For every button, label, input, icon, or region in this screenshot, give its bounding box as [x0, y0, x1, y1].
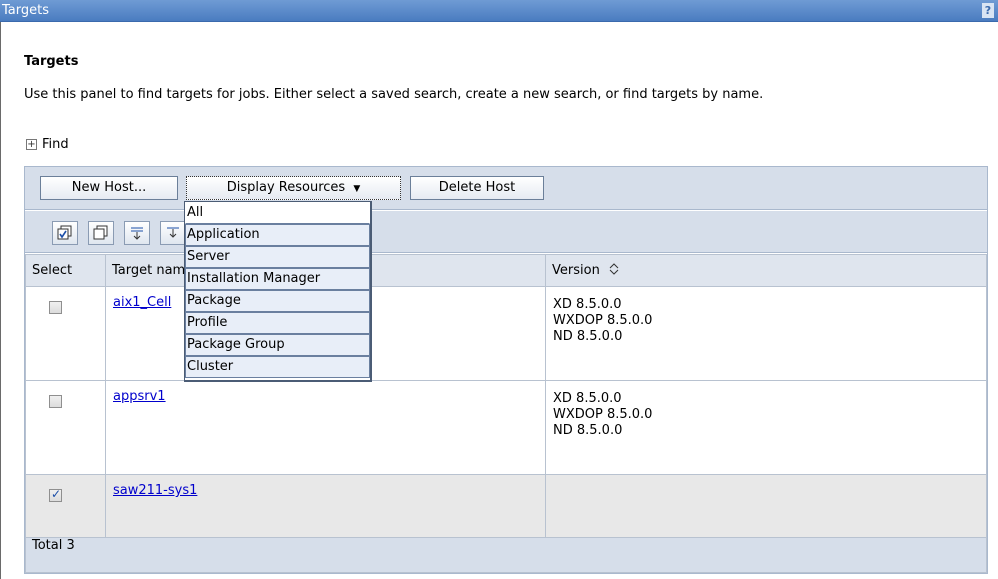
- version-header-label: Version: [552, 263, 600, 278]
- menu-item-installation-manager[interactable]: Installation Manager: [185, 268, 370, 290]
- version-line: ND 8.5.0.0: [553, 423, 623, 438]
- version-cell: XD 8.5.0.0 WXDOP 8.5.0.0 ND 8.5.0.0: [545, 380, 987, 475]
- delete-host-button[interactable]: Delete Host: [410, 176, 544, 200]
- checkmark-icon: ✓: [51, 487, 62, 501]
- window-title: Targets: [2, 3, 49, 18]
- row-checkbox[interactable]: [49, 395, 62, 408]
- select-all-icon[interactable]: [52, 221, 78, 245]
- left-border: [0, 22, 1, 579]
- version-cell: XD 8.5.0.0 WXDOP 8.5.0.0 ND 8.5.0.0: [545, 286, 987, 381]
- new-host-button[interactable]: New Host...: [40, 176, 178, 200]
- menu-item-all[interactable]: All: [185, 202, 370, 224]
- window-titlebar: Targets ?: [0, 0, 998, 22]
- select-cell: [25, 380, 106, 475]
- version-line: WXDOP 8.5.0.0: [553, 407, 653, 422]
- menu-item-application[interactable]: Application: [185, 224, 370, 246]
- version-line: XD 8.5.0.0: [553, 297, 622, 312]
- row-checkbox[interactable]: [49, 301, 62, 314]
- table-row: ✓ saw211-sys1: [25, 474, 987, 538]
- button-toolbar: New Host... Display Resources ▼ Delete H…: [25, 167, 987, 210]
- version-line: XD 8.5.0.0: [553, 391, 622, 406]
- select-column-header: Select: [25, 254, 106, 287]
- table-total-row: Total 3: [25, 537, 987, 573]
- find-toggle[interactable]: + Find: [26, 137, 69, 152]
- menu-item-package[interactable]: Package: [185, 290, 370, 312]
- select-cell: ✓: [25, 474, 106, 538]
- menu-item-profile[interactable]: Profile: [185, 312, 370, 334]
- target-name-cell: saw211-sys1: [105, 474, 546, 538]
- targets-table: Select Target name Version aix1_Cell XD …: [25, 254, 987, 573]
- target-name-cell: appsrv1: [105, 380, 546, 475]
- sort-arrows-icon[interactable]: [608, 263, 620, 275]
- display-resources-menu: All Application Server Installation Mana…: [184, 201, 372, 382]
- display-resources-label: Display Resources: [226, 180, 346, 195]
- collapse-icon[interactable]: [160, 221, 186, 245]
- menu-item-cluster[interactable]: Cluster: [185, 356, 370, 378]
- page-description: Use this panel to find targets for jobs.…: [24, 87, 764, 102]
- chevron-down-icon: ▼: [353, 184, 361, 194]
- table-row: aix1_Cell XD 8.5.0.0 WXDOP 8.5.0.0 ND 8.…: [25, 286, 987, 381]
- help-icon[interactable]: ?: [982, 3, 994, 18]
- version-line: WXDOP 8.5.0.0: [553, 313, 653, 328]
- deselect-all-icon[interactable]: [88, 221, 114, 245]
- table-row: appsrv1 XD 8.5.0.0 WXDOP 8.5.0.0 ND 8.5.…: [25, 380, 987, 475]
- expand-icon[interactable]: [124, 221, 150, 245]
- version-line: ND 8.5.0.0: [553, 329, 623, 344]
- target-link[interactable]: aix1_Cell: [113, 295, 171, 310]
- version-column-header[interactable]: Version: [545, 254, 987, 287]
- row-checkbox-checked[interactable]: ✓: [49, 487, 62, 502]
- page-title: Targets: [24, 54, 79, 69]
- select-cell: [25, 286, 106, 381]
- display-resources-button[interactable]: Display Resources ▼: [186, 176, 401, 200]
- find-label[interactable]: Find: [42, 137, 69, 152]
- menu-item-server[interactable]: Server: [185, 246, 370, 268]
- version-cell: [545, 474, 987, 538]
- target-link[interactable]: appsrv1: [113, 389, 166, 404]
- expand-plus-icon[interactable]: +: [26, 139, 37, 150]
- targets-panel: New Host... Display Resources ▼ Delete H…: [24, 166, 988, 574]
- table-header-row: Select Target name Version: [25, 254, 987, 287]
- menu-item-package-group[interactable]: Package Group: [185, 334, 370, 356]
- target-link[interactable]: saw211-sys1: [113, 483, 197, 498]
- icon-toolbar: [25, 211, 987, 253]
- total-count: Total 3: [25, 537, 987, 573]
